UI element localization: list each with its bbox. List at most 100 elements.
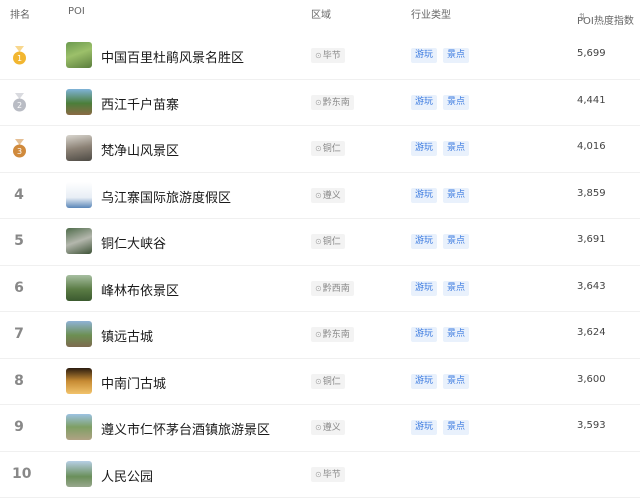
location-pin-icon: ⊙ <box>315 237 322 246</box>
poi-name[interactable]: 铜仁大峡谷 <box>101 233 166 252</box>
ranking-list: 1 中国百里杜鹃风景名胜区 ⊙毕节 游玩 景点 5,699 2 西江千户苗寨 ⊙黔… <box>0 33 640 498</box>
industry-tag: 景点 <box>443 280 470 296</box>
industry-tag: 景点 <box>443 234 470 249</box>
heat-index: 3,600 <box>577 373 606 385</box>
area-tag: ⊙黔西南 <box>311 280 354 296</box>
area-tag: ⊙黔东南 <box>311 94 354 110</box>
sort-icon[interactable]: ⇅ <box>579 12 586 21</box>
poi-thumbnail[interactable] <box>66 88 92 115</box>
medal-rank: 2 <box>17 101 22 110</box>
table-row[interactable]: 3 梵净山风景区 ⊙铜仁 游玩 景点 4,016 <box>0 126 640 173</box>
table-row[interactable]: 4 乌江寨国际旅游度假区 ⊙遵义 游玩 景点 3,859 <box>0 173 640 219</box>
table-row[interactable]: 7 镇远古城 ⊙黔东南 游玩 景点 3,624 <box>0 312 640 359</box>
poi-thumbnail[interactable] <box>66 42 92 68</box>
poi-thumbnail[interactable] <box>66 321 92 347</box>
table-row[interactable]: 6 峰林布依景区 ⊙黔西南 游玩 景点 3,643 <box>0 266 640 312</box>
location-pin-icon: ⊙ <box>315 423 322 432</box>
industry-tag: 游玩 <box>411 48 438 63</box>
industry-tag: 景点 <box>443 187 470 203</box>
poi-name[interactable]: 中南门古城 <box>101 373 166 392</box>
poi-name[interactable]: 乌江寨国际旅游度假区 <box>101 187 231 206</box>
medal-rank: 1 <box>17 54 22 63</box>
poi-name[interactable]: 梵净山风景区 <box>101 140 179 159</box>
header-area: 区域 <box>311 10 331 21</box>
industry-tag: 游玩 <box>411 373 438 389</box>
rank-number: 4 <box>14 186 24 203</box>
poi-thumbnail[interactable] <box>66 460 92 487</box>
heat-index: 3,643 <box>577 280 606 292</box>
heat-index: 3,859 <box>577 187 606 199</box>
poi-thumbnail[interactable] <box>66 181 92 208</box>
industry-tag: 游玩 <box>411 234 438 249</box>
rank-number: 5 <box>14 233 24 249</box>
poi-name[interactable]: 西江千户苗寨 <box>101 94 179 113</box>
medal-icon: 2 <box>13 92 26 111</box>
poi-thumbnail[interactable] <box>66 367 92 394</box>
area-tag: ⊙铜仁 <box>311 373 345 389</box>
area-label: 铜仁 <box>322 376 341 387</box>
location-pin-icon: ⊙ <box>315 376 322 386</box>
industry-tag: 游玩 <box>411 187 438 203</box>
area-label: 毕节 <box>322 51 341 61</box>
industry-tag: 景点 <box>443 141 470 156</box>
area-tag: ⊙黔东南 <box>311 327 354 342</box>
industry-tag: 游玩 <box>411 327 438 342</box>
rank-number: 7 <box>14 326 24 342</box>
industry-tag: 游玩 <box>411 94 438 110</box>
area-label: 黔东南 <box>322 330 350 340</box>
area-tag: ⊙毕节 <box>311 466 345 482</box>
heat-index: 3,691 <box>577 234 606 245</box>
poi-name[interactable]: 遵义市仁怀茅台酒镇旅游景区 <box>101 419 270 438</box>
medal-rank: 3 <box>17 147 22 156</box>
location-pin-icon: ⊙ <box>315 51 322 60</box>
area-label: 毕节 <box>322 469 341 480</box>
rank-number: 6 <box>14 279 24 296</box>
industry-tag: 景点 <box>443 420 470 435</box>
poi-name[interactable]: 中国百里杜鹃风景名胜区 <box>101 47 244 66</box>
poi-name[interactable]: 人民公园 <box>101 466 153 485</box>
table-row[interactable]: 2 西江千户苗寨 ⊙黔东南 游玩 景点 4,441 <box>0 80 640 126</box>
poi-name[interactable]: 峰林布依景区 <box>101 280 179 299</box>
industry-tag: 游玩 <box>411 280 438 296</box>
table-row[interactable]: 5 铜仁大峡谷 ⊙铜仁 游玩 景点 3,691 <box>0 219 640 266</box>
heat-index: 5,699 <box>577 48 606 59</box>
table-header: 排名 POI 区域 行业类型 POI热度指数 ⇅ <box>0 0 640 27</box>
location-pin-icon: ⊙ <box>315 469 322 479</box>
table-row[interactable]: 8 中南门古城 ⊙铜仁 游玩 景点 3,600 <box>0 359 640 405</box>
table-row[interactable]: 10 人民公园 ⊙毕节 <box>0 452 640 498</box>
poi-thumbnail[interactable] <box>66 228 92 254</box>
industry-tag: 景点 <box>443 48 470 63</box>
poi-thumbnail[interactable] <box>66 414 92 440</box>
area-label: 遵义 <box>322 190 341 201</box>
medal-icon: 1 <box>13 46 26 65</box>
industry-tag: 游玩 <box>411 141 438 156</box>
industry-tag: 景点 <box>443 94 470 110</box>
area-label: 铜仁 <box>322 237 341 247</box>
poi-thumbnail[interactable] <box>66 274 92 301</box>
industry-tag: 景点 <box>443 373 470 389</box>
table-row[interactable]: 9 遵义市仁怀茅台酒镇旅游景区 ⊙遵义 游玩 景点 3,593 <box>0 405 640 452</box>
header-rank: 排名 <box>10 10 30 21</box>
medal-icon: 3 <box>13 139 26 158</box>
industry-tag: 游玩 <box>411 420 438 435</box>
table-row[interactable]: 1 中国百里杜鹃风景名胜区 ⊙毕节 游玩 景点 5,699 <box>0 33 640 80</box>
area-tag: ⊙遵义 <box>311 420 345 435</box>
poi-thumbnail[interactable] <box>66 135 92 161</box>
area-label: 黔西南 <box>322 283 350 294</box>
location-pin-icon: ⊙ <box>315 330 322 339</box>
location-pin-icon: ⊙ <box>315 283 322 293</box>
rank-number: 8 <box>14 372 24 389</box>
location-pin-icon: ⊙ <box>315 144 322 153</box>
area-label: 铜仁 <box>322 144 341 154</box>
heat-index: 3,624 <box>577 327 606 338</box>
header-industry: 行业类型 <box>411 10 451 21</box>
heat-index: 3,593 <box>577 420 606 431</box>
heat-index: 4,441 <box>577 94 606 106</box>
poi-name[interactable]: 镇远古城 <box>101 326 153 345</box>
area-tag: ⊙铜仁 <box>311 141 345 156</box>
industry-tag: 景点 <box>443 327 470 342</box>
header-poi: POI <box>68 6 85 17</box>
area-label: 黔东南 <box>322 97 350 108</box>
area-label: 遵义 <box>322 423 341 433</box>
area-tag: ⊙铜仁 <box>311 234 345 249</box>
